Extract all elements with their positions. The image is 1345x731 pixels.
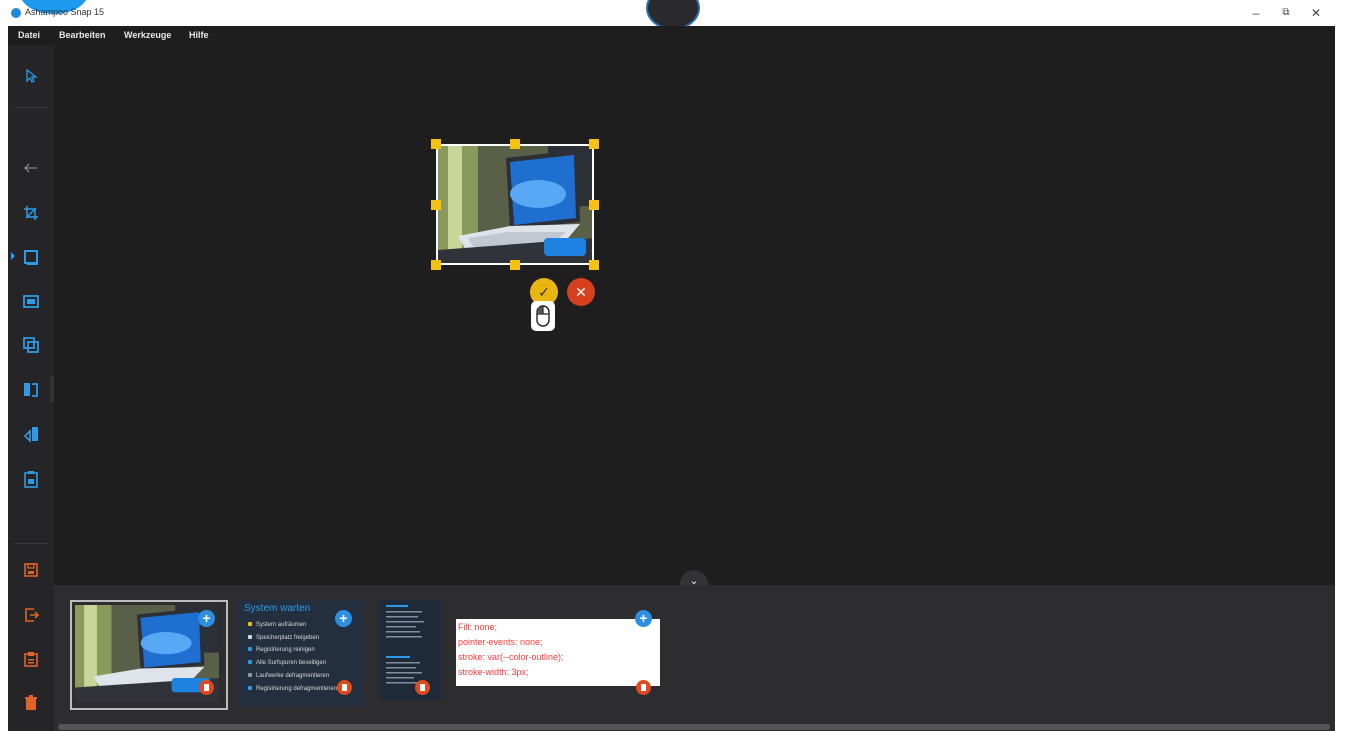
checklist-item: Registrierung reinigen xyxy=(248,647,315,653)
tray-add-button[interactable]: + xyxy=(335,610,352,627)
window-title: Ashampoo Snap 15 xyxy=(25,7,105,17)
menu-hilfe[interactable]: Hilfe xyxy=(189,30,209,40)
window-icon xyxy=(23,295,39,308)
tray-add-button[interactable]: + xyxy=(198,610,215,627)
minimize-button[interactable]: – xyxy=(1246,6,1266,20)
flip-tool-button[interactable] xyxy=(20,423,42,445)
window-border-left xyxy=(0,26,8,731)
delete-button[interactable] xyxy=(20,692,42,714)
back-arrow-icon xyxy=(24,163,37,173)
delete-icon xyxy=(25,695,37,710)
code-line: stroke-width: 3px; xyxy=(458,667,529,677)
crop-tool-button[interactable] xyxy=(20,202,42,224)
checklist-title: System warten xyxy=(244,603,311,614)
trash-icon xyxy=(342,684,347,691)
tray-thumbnail-document[interactable] xyxy=(379,600,441,700)
flip-icon xyxy=(23,427,38,443)
code-line: stroke: var(--color-outline); xyxy=(458,652,564,662)
clipboard-image-button[interactable] xyxy=(20,468,42,490)
close-icon: ✕ xyxy=(575,283,587,300)
copy-icon xyxy=(24,652,38,667)
checklist-item: Alle Surfspuren beseitigen xyxy=(248,660,326,666)
select-tool-button[interactable] xyxy=(20,65,42,87)
document-preview xyxy=(386,605,424,684)
checkmark-icon: ✓ xyxy=(538,283,550,300)
overlay-icon xyxy=(23,337,39,353)
tray-scrollbar[interactable] xyxy=(58,724,1330,730)
menu-werkzeuge[interactable]: Werkzeuge xyxy=(124,30,171,40)
resize-handle-ne[interactable] xyxy=(589,139,599,149)
save-button[interactable] xyxy=(20,559,42,581)
toolbar-divider xyxy=(14,107,48,108)
mouse-icon xyxy=(536,305,550,327)
trash-icon xyxy=(420,684,425,691)
tray-thumbnail-code[interactable]: Fill: none; pointer-events: none; stroke… xyxy=(456,619,660,686)
checklist-item: Laufwerke defragmentieren xyxy=(248,673,329,679)
rotate-icon xyxy=(24,383,38,397)
crop-icon xyxy=(24,206,38,220)
active-tool-marker xyxy=(11,252,15,260)
overlay-tool-button[interactable] xyxy=(20,334,42,356)
checklist-item: Speicherplatz freigeben xyxy=(248,635,319,641)
mouse-hint xyxy=(531,301,555,331)
cancel-button[interactable]: ✕ xyxy=(567,278,595,306)
resize-handle-nw[interactable] xyxy=(431,139,441,149)
resize-handle-n[interactable] xyxy=(510,139,520,149)
tray-delete-button[interactable] xyxy=(415,680,430,695)
resize-handle-w[interactable] xyxy=(431,200,441,210)
back-button[interactable] xyxy=(20,157,42,179)
menu-datei[interactable]: Datei xyxy=(18,30,40,40)
rotate-tool-button[interactable] xyxy=(20,378,42,400)
tray-delete-button[interactable] xyxy=(199,680,214,695)
resize-handle-s[interactable] xyxy=(510,260,520,270)
close-window-button[interactable]: ✕ xyxy=(1306,6,1326,20)
export-button[interactable] xyxy=(20,604,42,626)
editing-canvas[interactable] xyxy=(54,45,1335,585)
title-bar: Ashampoo Snap 15 – ⧉ ✕ xyxy=(0,0,1345,30)
window-border-right xyxy=(1335,26,1345,731)
resize-handle-e[interactable] xyxy=(589,200,599,210)
tray-delete-button[interactable] xyxy=(337,680,352,695)
frame-tool-button[interactable] xyxy=(20,246,42,268)
select-icon xyxy=(26,68,38,83)
frame-icon xyxy=(24,250,38,265)
restore-button[interactable]: ⧉ xyxy=(1276,7,1296,18)
code-line: Fill: none; xyxy=(458,622,498,632)
export-icon xyxy=(25,608,40,622)
trash-icon xyxy=(641,684,646,691)
toolbar-divider xyxy=(14,543,48,544)
menu-bar: Datei Bearbeiten Werkzeuge Hilfe xyxy=(8,26,1335,45)
checklist-item: Registrierung defragmentieren xyxy=(248,686,337,692)
code-line: pointer-events: none; xyxy=(458,637,543,647)
menu-bearbeiten[interactable]: Bearbeiten xyxy=(59,30,106,40)
clipboard-image-icon xyxy=(24,471,38,488)
copy-button[interactable] xyxy=(20,648,42,670)
checklist-item: System aufräumen xyxy=(248,622,306,628)
tray-add-button[interactable]: + xyxy=(635,610,652,627)
laptop-photo xyxy=(438,146,592,263)
window-tool-button[interactable] xyxy=(20,290,42,312)
save-icon xyxy=(24,563,38,577)
tray-delete-button[interactable] xyxy=(636,680,651,695)
resize-handle-se[interactable] xyxy=(589,260,599,270)
resize-handle-sw[interactable] xyxy=(431,260,441,270)
trash-icon xyxy=(204,684,209,691)
selected-image[interactable] xyxy=(436,144,594,265)
left-toolbar xyxy=(8,45,54,731)
app-logo-icon xyxy=(11,8,21,18)
